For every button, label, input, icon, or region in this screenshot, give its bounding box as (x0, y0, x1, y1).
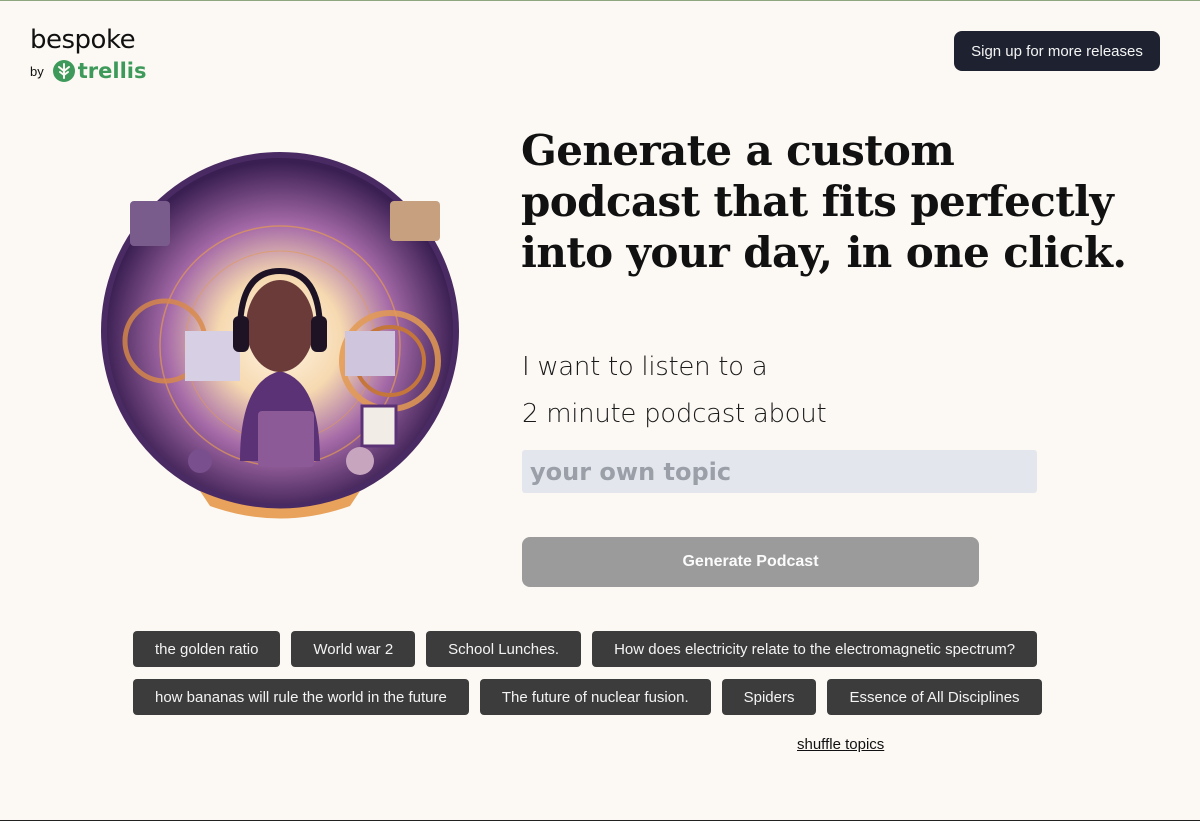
brand-by-label: by (30, 63, 44, 79)
listen-prompt-line: I want to listen to a (522, 352, 768, 382)
page-headline: Generate a custom podcast that fits perf… (521, 126, 1127, 277)
generate-podcast-button[interactable]: Generate Podcast (522, 537, 979, 587)
brand-byline: by trellis (30, 59, 146, 83)
topic-input[interactable] (522, 450, 1037, 493)
brand-name: bespoke (30, 25, 136, 55)
topic-chip[interactable]: How does electricity relate to the elect… (592, 631, 1038, 667)
duration-prompt-line: 2 minute podcast about (522, 399, 827, 429)
topic-chip[interactable]: how bananas will rule the world in the f… (133, 679, 469, 715)
topic-chip[interactable]: Spiders (721, 679, 817, 715)
topic-chip[interactable]: School Lunches. (426, 631, 582, 667)
topic-chips-row-2: how bananas will rule the world in the f… (133, 679, 1042, 715)
topic-chip[interactable]: Essence of All Disciplines (827, 679, 1042, 715)
topic-chips-row-1: the golden ratio World war 2 School Lunc… (133, 631, 1038, 667)
trellis-wordmark: trellis (77, 59, 147, 83)
topic-chip[interactable]: the golden ratio (133, 631, 281, 667)
shuffle-topics-link[interactable]: shuffle topics (797, 736, 884, 753)
signup-button[interactable]: Sign up for more releases (954, 31, 1160, 71)
brand-logo[interactable]: bespoke by trellis (30, 25, 146, 83)
topic-chip[interactable]: World war 2 (291, 631, 416, 667)
topic-chip[interactable]: The future of nuclear fusion. (479, 679, 711, 715)
trellis-logo-icon (52, 60, 75, 82)
podcast-listener-illustration-icon (101, 152, 459, 519)
